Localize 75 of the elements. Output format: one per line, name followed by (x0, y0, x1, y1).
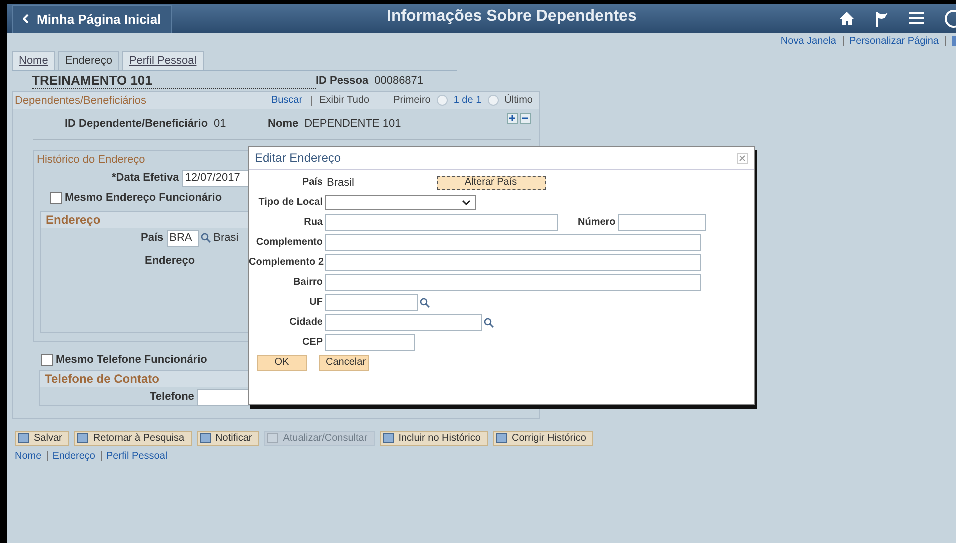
toolbar-button[interactable]: Corrigir Histórico (492, 431, 594, 446)
checkbox[interactable] (41, 354, 53, 366)
chevron-down-icon (462, 200, 471, 206)
field-label: Nome (268, 118, 299, 130)
field-label: ID Pessoa (316, 75, 369, 87)
person-name: TREINAMENTO 101 (32, 73, 316, 89)
field-value: 00086871 (374, 75, 424, 87)
field-label: UF (308, 297, 323, 308)
input-field[interactable] (325, 334, 415, 351)
search-icon[interactable] (484, 318, 494, 328)
toolbar-button[interactable]: Retornar à Pesquisa (74, 431, 192, 446)
ok-button[interactable]: OK (257, 354, 307, 370)
input-field[interactable]: BRA (166, 230, 199, 246)
show-all-link[interactable]: Exibir Tudo (320, 95, 370, 106)
change-country-button[interactable]: Alterar País (436, 176, 546, 190)
input-field[interactable] (325, 314, 482, 331)
menu-icon[interactable] (909, 12, 924, 25)
input-field[interactable] (618, 214, 706, 231)
field-label: *Data Efetiva (112, 172, 180, 184)
record-count[interactable]: 1 de 1 (454, 95, 482, 106)
back-link[interactable]: Minha Página Inicial (12, 4, 172, 32)
flag-icon[interactable] (875, 10, 889, 26)
search-icon[interactable] (420, 298, 430, 308)
search-icon[interactable] (200, 233, 211, 243)
last-link[interactable]: Último (504, 95, 533, 106)
select-field[interactable] (325, 195, 476, 210)
field-label: Complemento 2 (249, 257, 323, 268)
tab[interactable]: Nome (12, 51, 56, 70)
field-value: Brasil (327, 176, 355, 188)
page-link[interactable]: Endereço (52, 451, 96, 462)
panel-title: Dependentes/Beneficiários (15, 94, 146, 106)
input-field[interactable] (325, 254, 701, 271)
field-label: Telefone (150, 391, 194, 403)
field-label: Tipo de Local (258, 197, 323, 208)
field-label: Bairro (292, 277, 323, 288)
field-label: CEP (301, 337, 323, 348)
toolbar-button[interactable]: Incluir no Histórico (380, 431, 488, 446)
input-field[interactable] (325, 274, 701, 291)
checkbox-label: Mesmo Endereço Funcionário (65, 192, 222, 204)
checkbox[interactable] (50, 192, 62, 204)
field-label: País (141, 232, 164, 244)
input-field[interactable] (325, 234, 701, 251)
field-label: Número (578, 217, 616, 228)
field-label: Complemento (255, 237, 323, 248)
input-field[interactable] (325, 214, 558, 231)
first-link[interactable]: Primeiro (394, 95, 431, 106)
tab[interactable]: Endereço (58, 51, 120, 70)
date-field[interactable]: 12/07/2017 (182, 170, 250, 186)
toolbar-button[interactable]: Salvar (15, 431, 70, 446)
field-label: Rua (303, 217, 323, 228)
toolbar-button[interactable]: Notificar (196, 431, 260, 446)
header-link[interactable]: Personalizar Página (850, 36, 939, 50)
field-value: DEPENDENTE 101 (304, 118, 402, 130)
input-field[interactable] (325, 294, 418, 311)
field-label: Cidade (288, 317, 323, 328)
search-link[interactable]: Buscar (271, 95, 303, 106)
close-icon[interactable] (737, 152, 748, 164)
checkbox-label: Mesmo Telefone Funcionário (56, 354, 208, 366)
panel-title: Histórico do Endereço (37, 154, 146, 166)
header-link[interactable]: Nova Janela (780, 36, 836, 50)
add-icon[interactable] (507, 113, 518, 124)
page-title: Informações Sobre Dependentes (387, 8, 637, 26)
chevron-left-icon (23, 14, 29, 24)
tab[interactable]: Perfil Pessoal (122, 51, 204, 70)
page-link[interactable]: Perfil Pessoal (106, 451, 168, 462)
field-value: 01 (214, 118, 228, 130)
cancel-button[interactable]: Cancelar (319, 354, 369, 370)
remove-icon[interactable] (520, 113, 531, 124)
home-icon[interactable] (839, 11, 855, 26)
dialog-title: Editar Endereço (255, 151, 342, 165)
field-label: País (301, 177, 323, 188)
page-link[interactable]: Nome (15, 451, 42, 462)
field-value: Brasi (214, 232, 239, 244)
field-label: ID Dependente/Beneficiário (65, 118, 208, 130)
field-label: Endereço (145, 255, 196, 267)
